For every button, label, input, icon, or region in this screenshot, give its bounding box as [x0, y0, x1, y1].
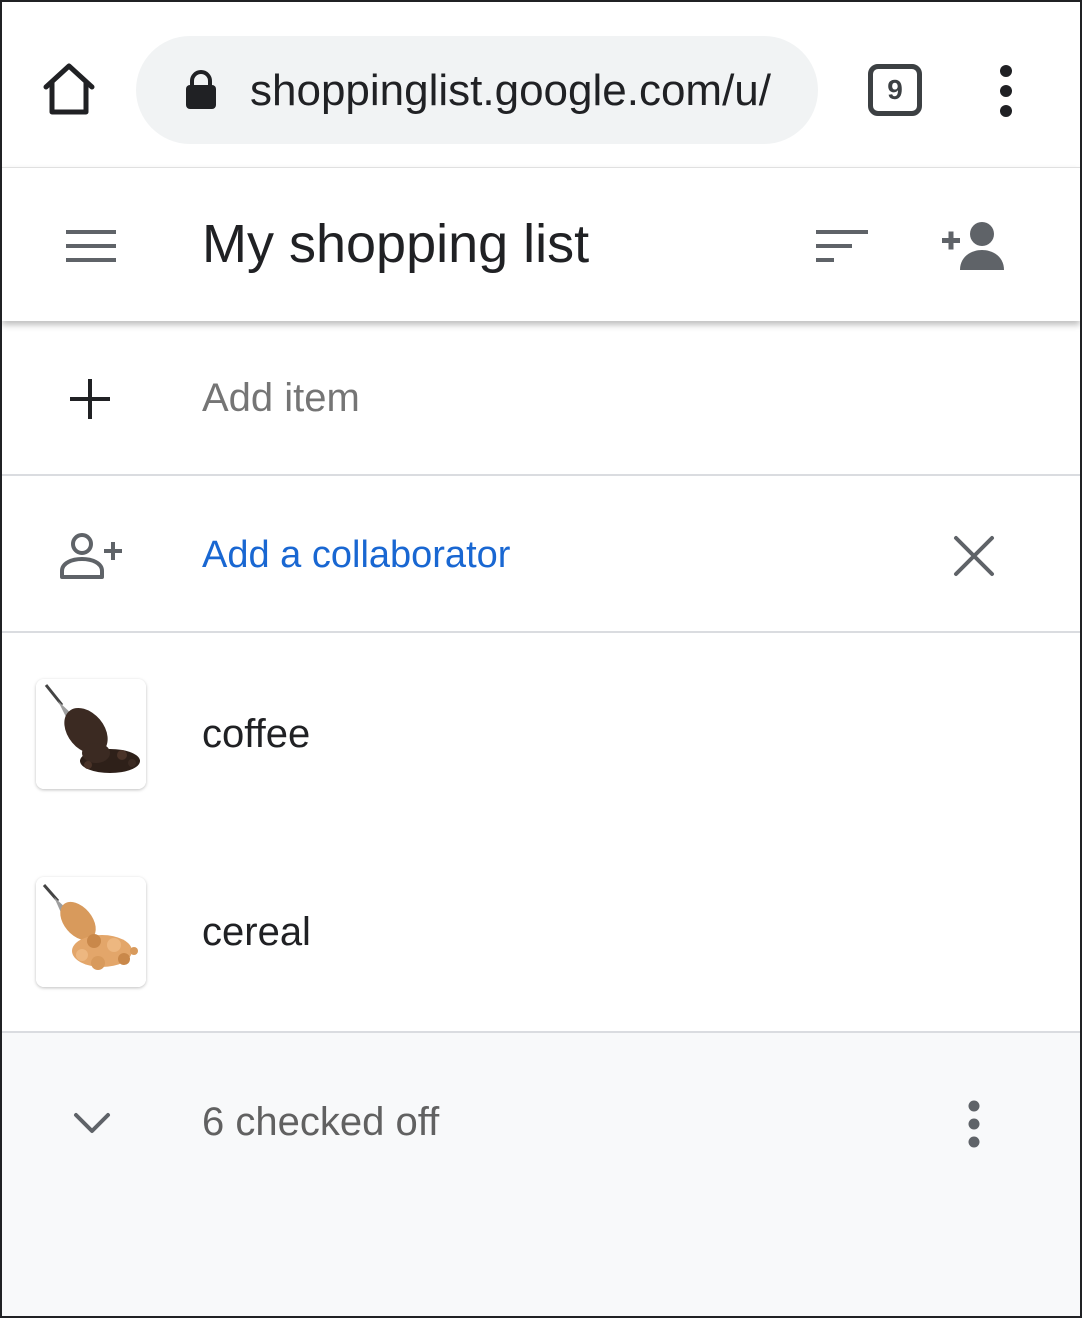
checked-off-count[interactable]: 6 checked off [202, 1097, 439, 1147]
checked-off-section[interactable]: 6 checked off [2, 1031, 1080, 1316]
add-person-icon[interactable] [938, 220, 1010, 272]
add-item-input[interactable]: Add item [202, 373, 360, 423]
browser-menu-icon[interactable] [992, 64, 1020, 118]
hamburger-menu-icon[interactable] [62, 226, 118, 266]
app-header: My shopping list [2, 167, 1080, 321]
address-bar[interactable]: shoppinglist.google.com/u/ [136, 36, 818, 144]
list-item[interactable]: cereal [2, 833, 1080, 1031]
more-vert-icon[interactable] [960, 1099, 988, 1149]
close-icon[interactable] [952, 534, 996, 578]
coffee-beans-scoop-image [36, 679, 146, 789]
add-item-row[interactable]: Add item [2, 321, 1080, 476]
browser-toolbar: shoppinglist.google.com/u/ 9 [2, 2, 1080, 167]
tab-switcher-button[interactable]: 9 [868, 64, 922, 116]
screen: shoppinglist.google.com/u/ 9 My shopping… [0, 0, 1082, 1318]
collaborator-banner: Add a collaborator [2, 478, 1080, 633]
sort-icon[interactable] [814, 226, 870, 266]
chevron-down-icon[interactable] [72, 1109, 112, 1137]
item-label: coffee [202, 712, 311, 756]
person-add-outline-icon [60, 533, 122, 579]
home-icon[interactable] [40, 60, 98, 118]
lock-icon [186, 70, 216, 109]
list-item[interactable]: coffee [2, 635, 1080, 833]
page-title: My shopping list [202, 214, 590, 274]
add-collaborator-link[interactable]: Add a collaborator [202, 530, 510, 580]
cereal-scoop-image [36, 877, 146, 987]
tab-count: 9 [887, 74, 903, 105]
plus-icon[interactable] [68, 377, 112, 421]
item-label: cereal [202, 910, 311, 954]
address-url[interactable]: shoppinglist.google.com/u/ [250, 66, 771, 116]
